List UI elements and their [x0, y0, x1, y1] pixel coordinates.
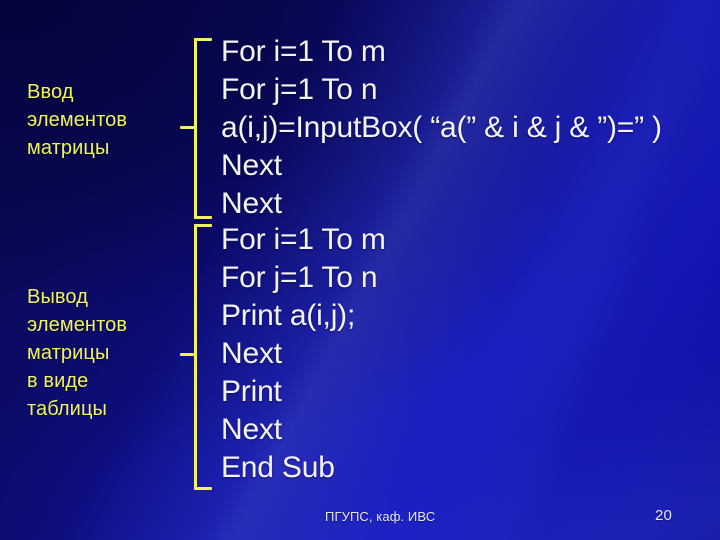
- brace-arm-bottom: [194, 216, 212, 219]
- code-block-input: For i=1 To m For j=1 To n a(i,j)=InputBo…: [221, 35, 662, 220]
- brace-spine: [194, 224, 197, 490]
- brace-bracket-input: [180, 38, 212, 219]
- slide-canvas: Ввод элементов матрицы For i=1 To m For …: [0, 0, 720, 540]
- code-block-output: For i=1 To m For j=1 To n Print a(i,j); …: [221, 223, 386, 484]
- section-label-input: Ввод элементов матрицы: [27, 81, 128, 159]
- slide-page-number: 20: [655, 507, 672, 524]
- section-label-output: Вывод элементов матрицы в виде таблицы: [27, 286, 128, 420]
- brace-arm-bottom: [194, 487, 212, 490]
- brace-bracket-output: [180, 224, 212, 490]
- brace-pointer-tick: [180, 353, 197, 356]
- footer-organization: ПГУПС, каф. ИВС: [325, 509, 436, 524]
- brace-pointer-tick: [180, 126, 197, 129]
